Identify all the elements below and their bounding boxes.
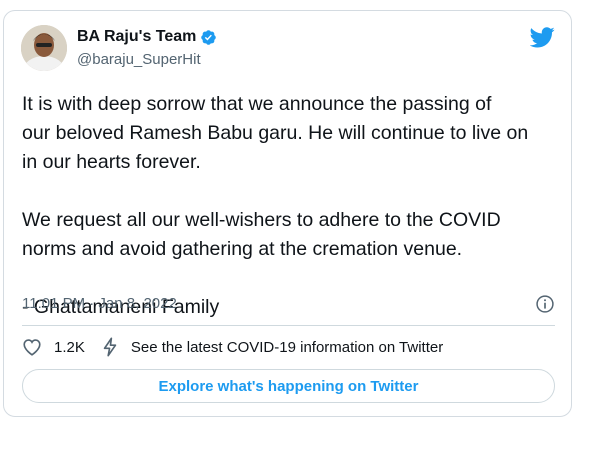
profile-photo-icon xyxy=(21,25,67,71)
author-name-row[interactable]: BA Raju's Team xyxy=(77,28,217,46)
explore-button-label: Explore what's happening on Twitter xyxy=(158,377,419,395)
info-icon[interactable] xyxy=(535,294,555,314)
avatar[interactable] xyxy=(21,25,67,71)
heart-icon[interactable] xyxy=(22,338,42,356)
tweet-text: It is with deep sorrow that we announce … xyxy=(22,93,529,318)
action-row: 1.2K See the latest COVID-19 information… xyxy=(22,337,443,357)
author-display-name[interactable]: BA Raju's Team xyxy=(77,28,196,46)
tweet-card: BA Raju's Team @baraju_SuperHit It is wi… xyxy=(3,10,572,417)
explore-button[interactable]: Explore what's happening on Twitter xyxy=(22,369,555,403)
lightning-bolt-icon[interactable] xyxy=(101,337,119,357)
verified-badge-icon xyxy=(201,29,217,45)
author-handle[interactable]: @baraju_SuperHit xyxy=(77,51,201,68)
divider xyxy=(22,325,555,326)
like-count[interactable]: 1.2K xyxy=(54,339,85,356)
twitter-bird-icon[interactable] xyxy=(530,27,555,48)
tweet-timestamp[interactable]: 11:01 PM · Jan 8, 2022 xyxy=(22,295,177,312)
covid-info-link[interactable]: See the latest COVID-19 information on T… xyxy=(131,339,443,356)
